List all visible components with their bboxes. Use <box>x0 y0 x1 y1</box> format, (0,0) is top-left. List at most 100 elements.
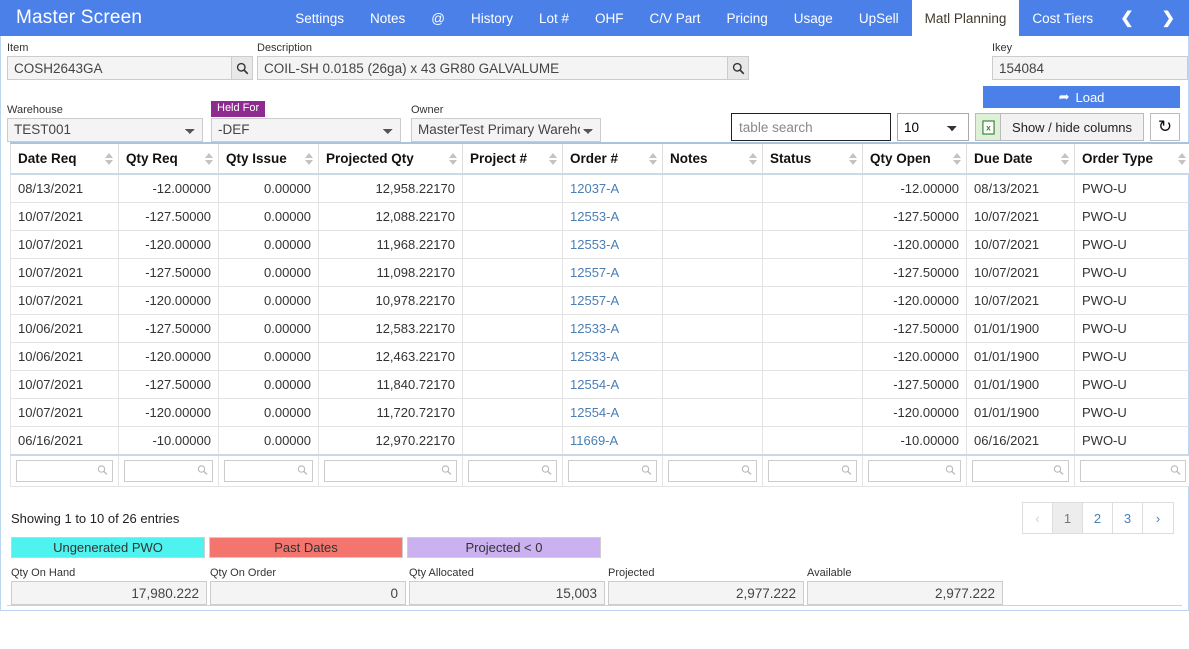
cell-due-date: 01/01/1900 <box>966 342 1075 371</box>
nav-tab-pricing[interactable]: Pricing <box>714 0 781 36</box>
table-search-input[interactable] <box>731 113 892 141</box>
nav-tab-lot[interactable]: Lot # <box>526 0 582 36</box>
column-filter-input[interactable] <box>124 460 213 482</box>
cell-order: 12553-A <box>562 230 663 259</box>
column-filter-input[interactable] <box>868 460 961 482</box>
load-button-label: Load <box>1075 89 1105 105</box>
cell-qty-req: -127.50000 <box>118 202 219 231</box>
column-header-notes[interactable]: Notes <box>662 142 763 175</box>
order-number-link[interactable]: 12557-A <box>570 265 619 280</box>
reset-icon[interactable]: ↻ <box>1150 113 1180 141</box>
table-row[interactable]: 10/06/2021 -127.50000 0.00000 12,583.22170 1… <box>10 314 1189 343</box>
column-filter-input[interactable] <box>16 460 113 482</box>
legend-past-dates: Past Dates <box>209 537 403 558</box>
column-header-due-date[interactable]: Due Date <box>966 142 1075 175</box>
column-filter-input[interactable] <box>568 460 657 482</box>
total-value-input[interactable] <box>807 581 1003 605</box>
column-filter-input[interactable] <box>972 460 1069 482</box>
filter-cell-date-req <box>10 454 119 487</box>
description-search-icon[interactable] <box>727 56 749 80</box>
order-number-link[interactable]: 11669-A <box>570 433 618 448</box>
column-header-order[interactable]: Order # <box>562 142 663 175</box>
total-value-input[interactable] <box>11 581 207 605</box>
cell-due-date: 10/07/2021 <box>966 202 1075 231</box>
load-button[interactable]: ➦ Load <box>983 86 1180 108</box>
column-header-label: Qty Req <box>126 151 178 166</box>
ikey-input[interactable] <box>992 56 1188 80</box>
cell-projected-qty: 11,720.72170 <box>318 398 463 427</box>
order-number-link[interactable]: 12037-A <box>570 181 619 196</box>
column-header-qty-open[interactable]: Qty Open <box>862 142 967 175</box>
nav-tab-usage[interactable]: Usage <box>781 0 846 36</box>
nav-tab-c-v-part[interactable]: C/V Part <box>637 0 714 36</box>
pagination-page-2[interactable]: 2 <box>1083 503 1113 533</box>
nav-tab-history[interactable]: History <box>458 0 526 36</box>
pagination-next-icon[interactable]: › <box>1143 503 1173 533</box>
nav-next-icon[interactable]: ❯ <box>1148 0 1189 36</box>
cell-due-date: 10/07/2021 <box>966 258 1075 287</box>
column-filter-input[interactable] <box>468 460 557 482</box>
pagination-page-1[interactable]: 1 <box>1053 503 1083 533</box>
column-filter-input[interactable] <box>668 460 757 482</box>
warehouse-select[interactable]: TEST001 <box>7 118 203 142</box>
total-field-qty-on-hand: Qty On Hand <box>11 566 207 605</box>
nav-prev-icon[interactable]: ❮ <box>1106 0 1147 36</box>
cell-notes <box>662 398 763 427</box>
table-row[interactable]: 10/07/2021 -127.50000 0.00000 11,098.22170 1… <box>10 258 1189 287</box>
nav-tab-matl-planning[interactable]: Matl Planning <box>911 0 1020 36</box>
page-length-select[interactable]: 10 <box>897 113 970 141</box>
nav-tab-ohf[interactable]: OHF <box>582 0 637 36</box>
total-value-input[interactable] <box>210 581 406 605</box>
order-number-link[interactable]: 12554-A <box>570 405 619 420</box>
ikey-label: Ikey <box>992 42 1013 54</box>
column-filter-input[interactable] <box>768 460 857 482</box>
filter-cell-notes <box>662 454 763 487</box>
cell-due-date: 10/07/2021 <box>966 230 1075 259</box>
item-input[interactable] <box>7 56 231 80</box>
cell-qty-req: -120.00000 <box>118 286 219 315</box>
cell-status <box>762 173 863 203</box>
column-header-order-type[interactable]: Order Type <box>1074 142 1189 175</box>
nav-tab-notes[interactable]: Notes <box>357 0 418 36</box>
table-row[interactable]: 08/13/2021 -12.00000 0.00000 12,958.22170 12… <box>10 173 1189 203</box>
show-hide-columns-button[interactable]: Show / hide columns <box>1001 113 1144 141</box>
table-row[interactable]: 10/07/2021 -120.00000 0.00000 11,968.22170 1… <box>10 230 1189 259</box>
nav-tab-settings[interactable]: Settings <box>282 0 357 36</box>
order-number-link[interactable]: 12533-A <box>570 349 619 364</box>
table-row[interactable]: 10/06/2021 -120.00000 0.00000 12,463.22170 1… <box>10 342 1189 371</box>
item-search-icon[interactable] <box>231 56 253 80</box>
column-header-status[interactable]: Status <box>762 142 863 175</box>
description-input[interactable] <box>257 56 727 80</box>
cell-qty-open: -120.00000 <box>862 342 967 371</box>
column-header-date-req[interactable]: Date Req <box>10 142 119 175</box>
table-row[interactable]: 06/16/2021 -10.00000 0.00000 12,970.22170 11… <box>10 426 1189 456</box>
order-number-link[interactable]: 12533-A <box>570 321 619 336</box>
column-header-qty-issue[interactable]: Qty Issue <box>218 142 319 175</box>
order-number-link[interactable]: 12553-A <box>570 209 619 224</box>
order-number-link[interactable]: 12554-A <box>570 377 619 392</box>
order-number-link[interactable]: 12557-A <box>570 293 619 308</box>
column-filter-input[interactable] <box>324 460 457 482</box>
total-value-input[interactable] <box>608 581 804 605</box>
column-filter-input[interactable] <box>1080 460 1186 482</box>
cell-qty-issue: 0.00000 <box>218 426 319 456</box>
cell-qty-open: -120.00000 <box>862 286 967 315</box>
pagination-page-3[interactable]: 3 <box>1113 503 1143 533</box>
column-header-projected-qty[interactable]: Projected Qty <box>318 142 463 175</box>
nav-tab-upsell[interactable]: UpSell <box>846 0 912 36</box>
nav-tab-cost-tiers[interactable]: Cost Tiers <box>1019 0 1106 36</box>
total-value-input[interactable] <box>409 581 605 605</box>
table-row[interactable]: 10/07/2021 -127.50000 0.00000 11,840.72170 1… <box>10 370 1189 399</box>
table-row[interactable]: 10/07/2021 -120.00000 0.00000 11,720.72170 1… <box>10 398 1189 427</box>
column-header-qty-req[interactable]: Qty Req <box>118 142 219 175</box>
table-row[interactable]: 10/07/2021 -127.50000 0.00000 12,088.22170 1… <box>10 202 1189 231</box>
excel-export-icon[interactable]: x <box>975 113 1002 141</box>
cell-qty-issue: 0.00000 <box>218 398 319 427</box>
order-number-link[interactable]: 12553-A <box>570 237 619 252</box>
owner-select[interactable]: MasterTest Primary Wareho <box>411 118 601 142</box>
table-row[interactable]: 10/07/2021 -120.00000 0.00000 10,978.22170 1… <box>10 286 1189 315</box>
held-for-select[interactable]: -DEF <box>211 118 401 142</box>
column-filter-input[interactable] <box>224 460 313 482</box>
column-header-project[interactable]: Project # <box>462 142 563 175</box>
nav-tab-[interactable]: @ <box>418 0 458 36</box>
